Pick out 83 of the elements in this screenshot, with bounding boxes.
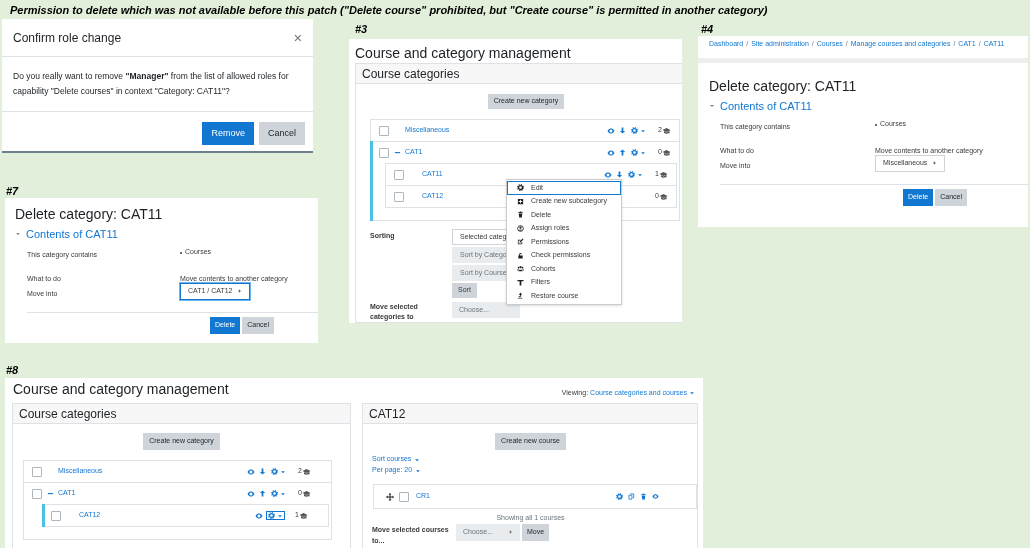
screenshot-label: #4 [701,22,714,37]
gear-icon [268,512,275,519]
card-header: Course categories [356,64,682,84]
caret-icon [637,171,643,178]
eye-icon[interactable] [255,511,263,520]
checkbox[interactable] [32,466,42,477]
triangle-icon[interactable] [15,231,21,238]
gear-icon [631,149,638,156]
graduation-cap-icon [662,148,671,157]
trash-icon[interactable] [640,493,647,500]
section-heading[interactable]: Contents of CAT11 [720,98,812,115]
screenshot-label: #3 [355,22,368,37]
button[interactable]: Remove [202,122,254,145]
caret-icon [280,490,286,497]
graduation-cap-icon [659,192,668,201]
graduation-cap-icon [659,170,668,179]
graduation-cap-icon [302,489,311,498]
graduation-cap-icon [299,511,308,520]
four-way-arrow-icon[interactable] [386,492,394,501]
copy-icon[interactable] [628,493,635,500]
select-arrows-icon [237,288,242,294]
minus-icon[interactable] [393,149,401,156]
gear-icon [631,127,638,134]
select-arrows-icon [508,529,513,535]
up-arrow-icon[interactable] [619,149,626,156]
button[interactable]: Cancel [259,122,305,145]
checkbox[interactable] [394,191,404,202]
checkbox[interactable] [51,510,61,521]
eye-icon[interactable] [247,489,255,498]
upload-arrow-icon [517,292,524,300]
checkbox[interactable] [399,491,409,502]
section-heading[interactable]: Contents of CAT11 [26,226,118,243]
page-title: Course and category management [13,380,229,399]
checkbox[interactable] [379,147,389,158]
screenshot-label: #8 [6,363,19,378]
gear-menu-button[interactable] [267,512,284,519]
gear-icon[interactable] [616,493,623,500]
gear-menu-button[interactable] [270,468,287,475]
graduation-cap-icon [662,126,671,135]
dialog-title: Confirm role change [13,29,122,47]
down-arrow-icon[interactable] [616,171,623,178]
gear-icon [517,184,524,192]
padlock-icon [517,251,524,259]
card-header: CAT12 [363,404,697,424]
graduation-cap-icon [302,467,311,476]
page-title: Delete category: CAT11 [708,77,858,95]
card-header: Course categories [13,404,350,424]
page-title: Course and category management [354,44,572,63]
caret-icon [280,468,286,475]
eye-icon[interactable] [604,170,612,179]
up-arrow-icon[interactable] [259,490,266,497]
triangle-icon[interactable] [709,103,715,110]
filter-icon [517,278,524,286]
down-arrow-icon[interactable] [259,468,266,475]
user-circle-icon [517,224,524,232]
trash-icon [517,211,524,219]
close-button[interactable]: × [293,30,302,45]
down-arrow-icon[interactable] [619,127,626,134]
checkbox[interactable] [394,169,404,180]
caret-icon [277,512,283,519]
gear-menu-button[interactable] [627,171,644,178]
page-title: Delete category: CAT11 [14,205,164,223]
minus-icon[interactable] [46,490,54,497]
people-icon [517,265,524,273]
caret-icon[interactable] [689,389,695,396]
caret-icon [640,127,646,134]
checkbox[interactable] [32,488,42,499]
dialog-message: Do you really want to remove "Manager" from the list of allowed roles for capability "Delete courses" in context "Category: CAT11"? [13,70,290,98]
gear-icon [271,490,278,497]
caption: Permission to delete which was not available before this patch ("Delete course" prohibited, but "Create course" is permitted in another category) [10,3,768,18]
caret-icon [640,149,646,156]
gear-icon [271,468,278,475]
gear-menu-button[interactable] [630,127,647,134]
gear-icon [628,171,635,178]
checkbox[interactable] [379,125,389,136]
eye-icon[interactable] [607,126,615,135]
gear-menu-button[interactable] [270,490,287,497]
screenshot-label: #7 [6,184,19,199]
select-arrows-icon [932,160,937,166]
eye-icon[interactable] [247,467,255,476]
eye-icon[interactable] [607,148,615,157]
eye-icon[interactable] [652,493,659,500]
gear-menu-button[interactable] [630,149,647,156]
